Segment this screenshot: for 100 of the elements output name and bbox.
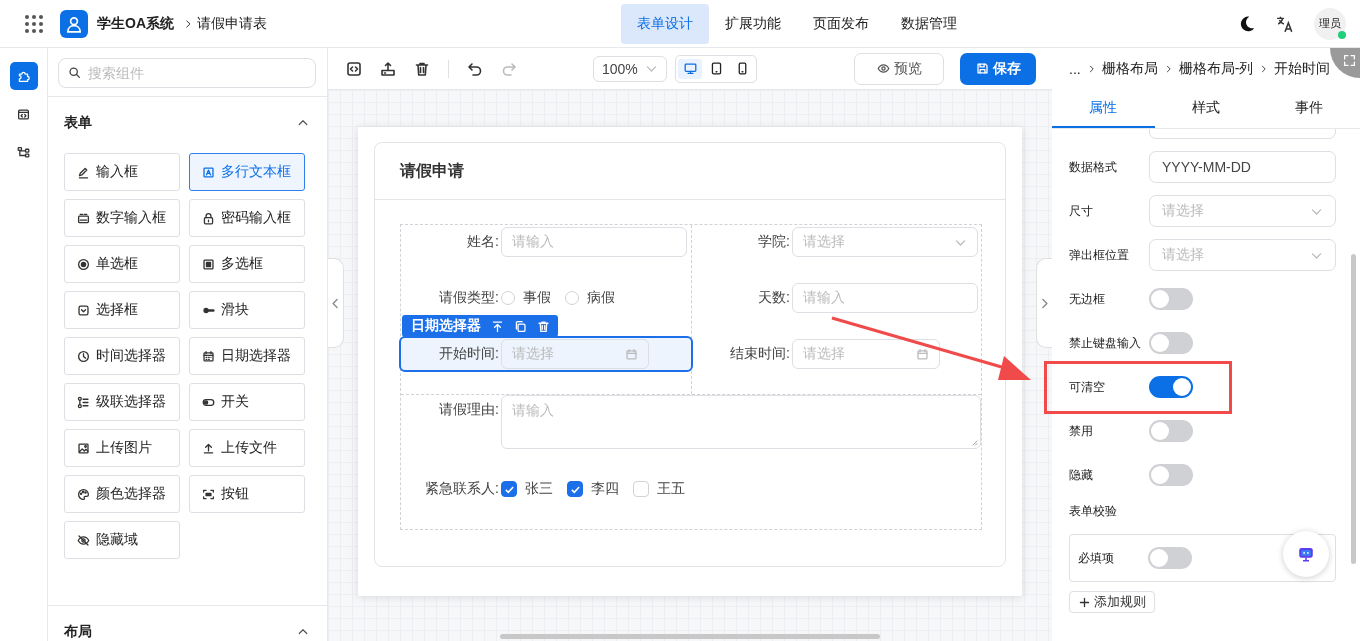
component-button[interactable]: 上传图片: [64, 429, 180, 467]
form-item[interactable]: 请假类型: 事假 病假: [401, 282, 691, 314]
preview-button[interactable]: 预览: [854, 52, 944, 85]
export-icon[interactable]: [380, 60, 396, 77]
property-label: 禁止键盘输入: [1069, 334, 1142, 352]
form-item[interactable]: 天数: 请输入: [692, 282, 981, 314]
component-button[interactable]: 颜色选择器: [64, 475, 180, 513]
component-button[interactable]: 多选框: [189, 245, 305, 283]
breadcrumb-item[interactable]: 栅格布局: [1101, 60, 1158, 78]
translate-icon[interactable]: [1276, 14, 1294, 33]
component-button[interactable]: 时间选择器: [64, 337, 180, 375]
nav-tab[interactable]: 页面发布: [797, 3, 885, 44]
nav-tab[interactable]: 扩展功能: [709, 3, 797, 44]
save-button[interactable]: 保存: [960, 52, 1036, 85]
placeholder-text: 请选择: [1162, 202, 1204, 220]
assistant-button[interactable]: [1283, 531, 1329, 577]
checkbox[interactable]: [501, 481, 517, 497]
component-button[interactable]: 数字输入框: [64, 199, 180, 237]
component-button[interactable]: 多行文本框: [189, 153, 305, 191]
form-item[interactable]: 紧急联系人: 张三 李四 王五: [401, 473, 981, 505]
pencil-icon: [77, 165, 90, 179]
zoom-select[interactable]: 100%: [593, 55, 667, 82]
toggle-switch[interactable]: [1149, 288, 1193, 310]
online-status-dot: [1338, 30, 1346, 39]
scrollbar[interactable]: [1351, 254, 1356, 564]
component-button[interactable]: 输入框: [64, 153, 180, 191]
resize-handle-icon: [970, 438, 978, 446]
expand-handle[interactable]: [1036, 258, 1052, 348]
component-button[interactable]: 日期选择器: [189, 337, 305, 375]
code-icon[interactable]: [346, 60, 362, 77]
radio-icon: [77, 257, 90, 271]
form-item[interactable]: 学院: 请选择: [692, 226, 981, 258]
component-button[interactable]: 选择框: [64, 291, 180, 329]
app-title: 学生OA系统: [97, 14, 174, 33]
add-rule-button[interactable]: 添加规则: [1069, 591, 1155, 613]
field-label: 请假类型:: [438, 289, 500, 307]
toggle-switch[interactable]: [1149, 464, 1193, 486]
apps-menu-icon[interactable]: [24, 13, 44, 34]
panel-tab[interactable]: 事件: [1257, 90, 1360, 128]
copy-icon[interactable]: [514, 319, 527, 333]
breadcrumb-item[interactable]: 开始时间: [1274, 60, 1331, 78]
moon-icon[interactable]: [1238, 14, 1256, 33]
nav-tab[interactable]: 表单设计: [621, 3, 709, 44]
collapse-handle[interactable]: [328, 258, 344, 348]
option-label: 李四: [591, 480, 619, 498]
code-window-icon: [17, 107, 30, 121]
toggle-switch[interactable]: [1149, 332, 1193, 354]
undo-icon[interactable]: [467, 60, 483, 77]
field-label: 姓名:: [466, 233, 500, 251]
checkbox-icon: [202, 257, 215, 271]
section-title: 布局: [64, 623, 92, 641]
field-label: 开始时间:: [438, 345, 500, 363]
monitor-icon: [683, 62, 697, 75]
calendar-icon: [625, 347, 638, 361]
form-item[interactable]: 请假理由: 请输入: [401, 395, 981, 449]
nav-tab[interactable]: 数据管理: [885, 3, 973, 44]
component-button[interactable]: 隐藏域: [64, 521, 180, 559]
user-avatar[interactable]: 理员: [1314, 7, 1346, 40]
toggle-switch[interactable]: [1149, 420, 1193, 442]
list-tree-icon: [77, 395, 90, 409]
calendar-icon: [202, 349, 215, 363]
breadcrumb-item[interactable]: ...: [1069, 61, 1081, 77]
breadcrumb-page: 请假申请表: [197, 14, 267, 33]
form-item[interactable]: 结束时间: 请选择: [692, 338, 981, 370]
toggle-switch[interactable]: [1148, 547, 1192, 569]
move-top-icon[interactable]: [491, 319, 504, 333]
device-toggle[interactable]: [678, 58, 702, 79]
checkbox[interactable]: [567, 481, 583, 497]
plus-icon: [1078, 595, 1091, 609]
panel-tab[interactable]: 属性: [1052, 90, 1155, 128]
component-button[interactable]: 开关: [189, 383, 305, 421]
property-label: 无边框: [1069, 290, 1106, 308]
component-button[interactable]: 上传文件: [189, 429, 305, 467]
field-label: 学院:: [757, 233, 791, 251]
image-icon: [77, 441, 90, 455]
component-button[interactable]: 按钮: [189, 475, 305, 513]
trash-icon[interactable]: [414, 60, 430, 77]
panel-tab[interactable]: 样式: [1154, 90, 1258, 128]
floppy-disk-icon: [975, 62, 989, 75]
placeholder-text: 请输入: [512, 402, 554, 420]
placeholder-text: 请选择: [803, 233, 845, 251]
property-label: 尺寸: [1069, 202, 1094, 220]
placeholder-text: 请选择: [1162, 246, 1204, 264]
component-button[interactable]: 密码输入框: [189, 199, 305, 237]
tree-icon: [17, 145, 30, 159]
component-button[interactable]: 单选框: [64, 245, 180, 283]
robot-icon: [1297, 545, 1315, 563]
breadcrumb-item[interactable]: 栅格布局-列: [1178, 60, 1254, 78]
scrollbar[interactable]: [500, 634, 880, 639]
toggle-switch[interactable]: [1149, 376, 1193, 398]
fullscreen-icon[interactable]: [1343, 54, 1356, 67]
section-title: 表单校验: [1069, 503, 1118, 520]
input-field[interactable]: YYYY-MM-DD: [1149, 151, 1336, 183]
calendar-icon: [916, 347, 929, 361]
component-button[interactable]: 滑块: [189, 291, 305, 329]
search-field[interactable]: 搜索组件: [58, 58, 316, 88]
form-item[interactable]: 姓名: 请输入: [401, 226, 691, 258]
property-label: 弹出框位置: [1069, 246, 1130, 264]
component-button[interactable]: 级联选择器: [64, 383, 180, 421]
property-label: 隐藏: [1069, 466, 1094, 484]
